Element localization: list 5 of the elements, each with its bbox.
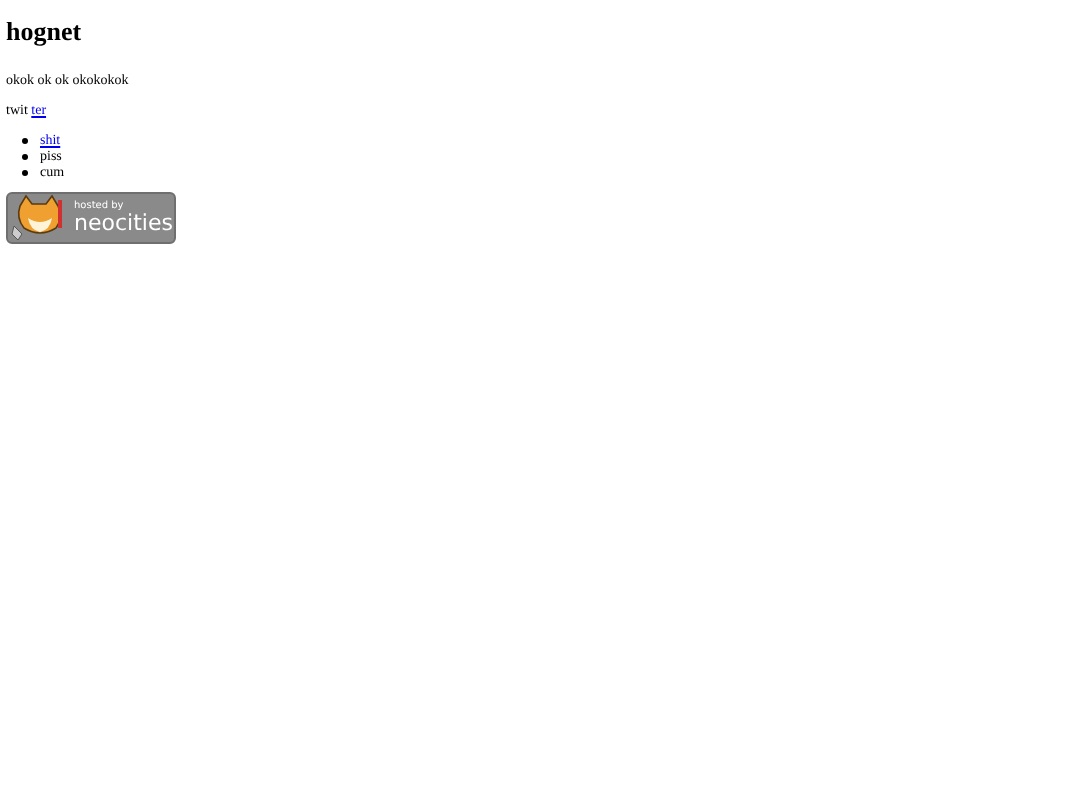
bullet-icon	[22, 153, 28, 159]
bullet-icon	[22, 137, 28, 143]
page-heading: hognet	[6, 16, 82, 48]
badge-brand: neocities	[74, 212, 173, 236]
bullet-icon	[22, 169, 28, 175]
